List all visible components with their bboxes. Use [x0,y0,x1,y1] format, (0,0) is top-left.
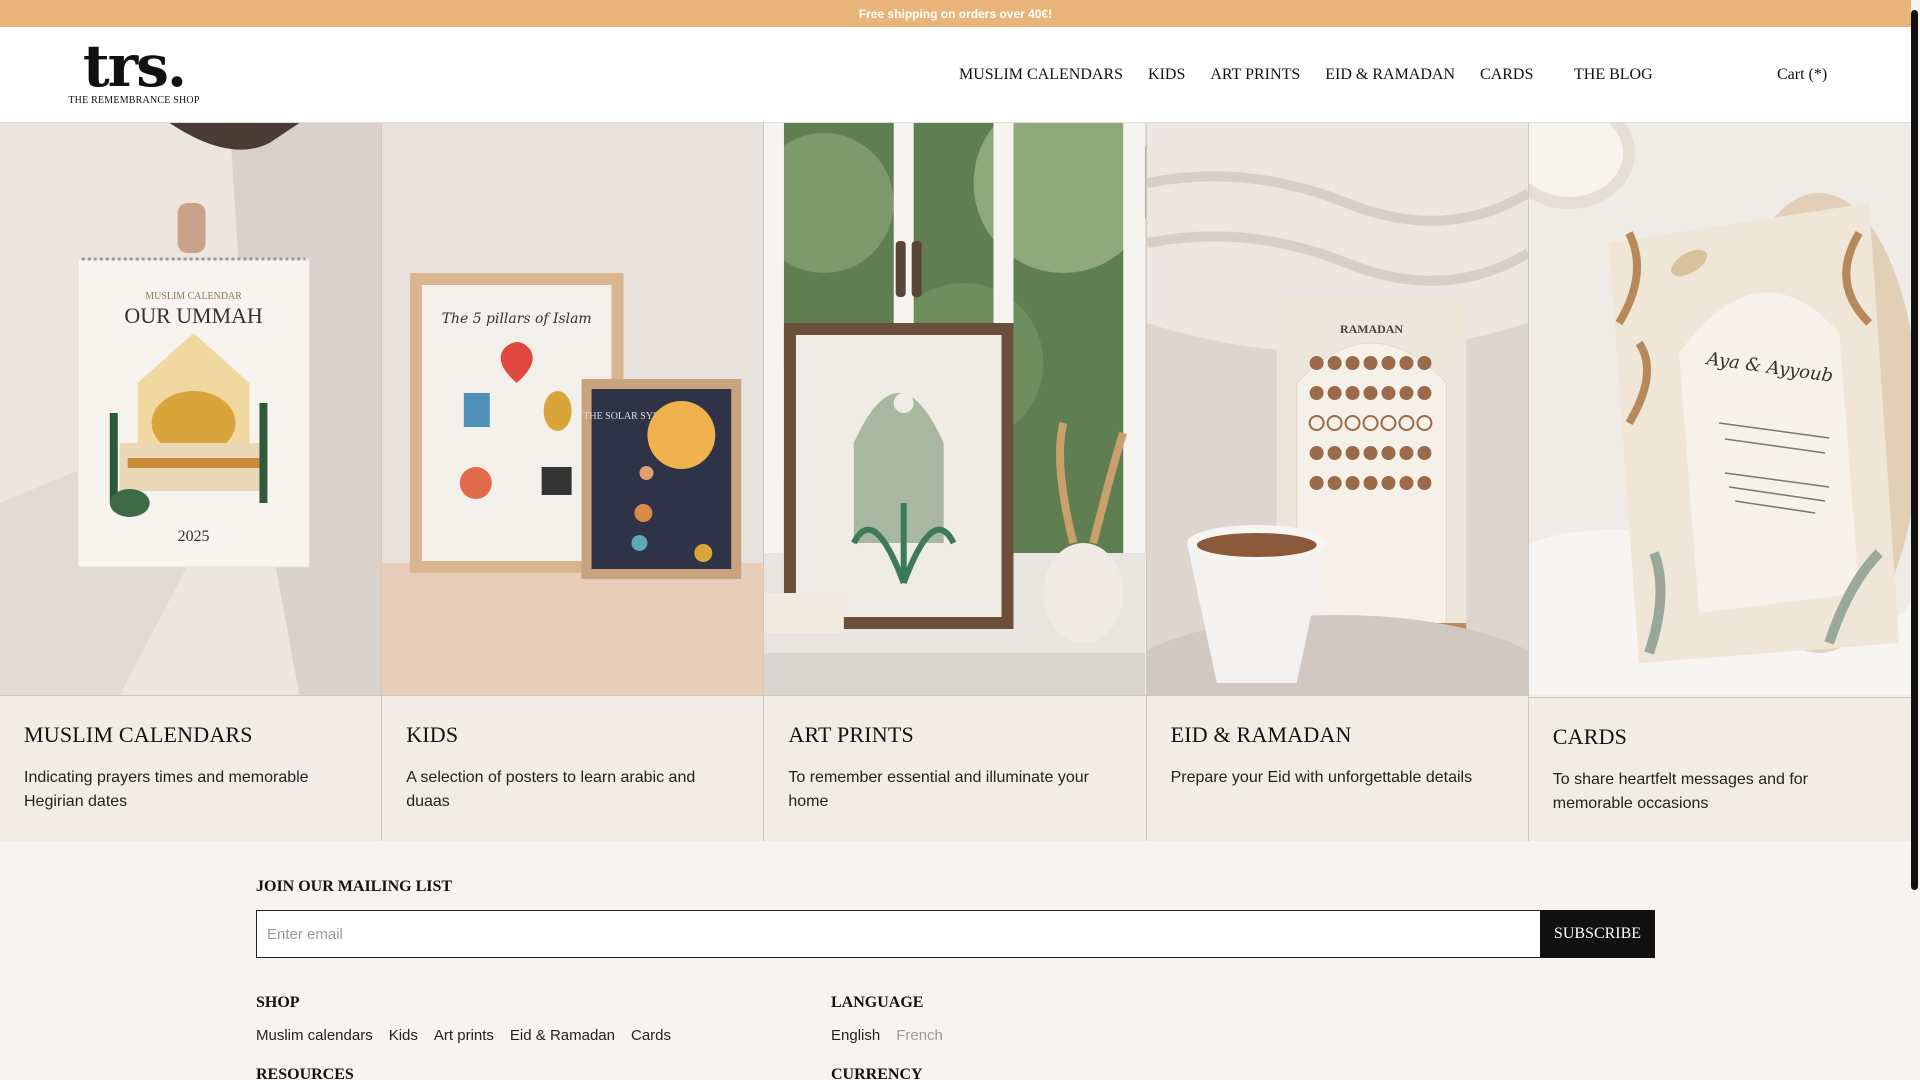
category-card-kids[interactable]: The 5 pillars of Islam THE SOLAR SYSTEM … [382,123,765,841]
category-description: A selection of posters to learn arabic a… [406,769,696,810]
ramadan-label: RAMADAN [1340,322,1403,336]
nav-blog[interactable]: THE BLOG [1574,66,1653,84]
category-card-eid-ramadan[interactable]: RAMADAN EID & RAMADAN Prepare your Eid w… [1146,123,1529,841]
calendar-photo: MUSLIM CALENDAR OUR UMMAH 2025 [0,123,382,695]
blog-nav: THE BLOG [1574,27,1653,123]
main-nav: MUSLIM CALENDARS KIDS ART PRINTS EID & R… [959,27,1558,123]
cart-link[interactable]: Cart (*) [1777,66,1827,84]
art-print-photo [764,123,1146,695]
logo-subtitle: THE REMEMBRANCE SHOP [68,95,200,106]
category-title[interactable]: MUSLIM CALENDARS [24,722,357,748]
nav-kids[interactable]: KIDS [1148,66,1185,84]
email-input[interactable] [256,910,1540,958]
calendar-year: 2025 [178,528,210,545]
mailing-list-title: JOIN OUR MAILING LIST [256,878,453,895]
site-header: trs. THE REMEMBRANCE SHOP MUSLIM CALENDA… [0,27,1911,123]
site-logo[interactable]: trs. THE REMEMBRANCE SHOP [64,35,204,115]
category-card-cards[interactable]: Aya & Ayyoub CARDS To share heartfelt me… [1528,123,1911,843]
footer-shop-links: Muslim calendars Kids Art prints Eid & R… [256,1027,687,1044]
category-text-muslim-calendars: MUSLIM CALENDARS Indicating prayers time… [0,695,382,841]
category-title[interactable]: EID & RAMADAN [1171,722,1504,748]
logo-mark: trs. [82,32,187,100]
shipping-banner: Free shipping on orders over 40€! [0,0,1911,27]
site-footer: JOIN OUR MAILING LIST SUBSCRIBE SHOP Mus… [0,842,1911,1080]
category-title[interactable]: ART PRINTS [788,722,1121,748]
shipping-banner-text: Free shipping on orders over 40€! [858,6,1053,21]
mailing-list-form: SUBSCRIBE [256,910,1655,958]
calendar-label: MUSLIM CALENDAR [145,291,242,302]
greeting-card-photo: Aya & Ayyoub [1528,123,1911,695]
category-image-kids[interactable]: The 5 pillars of Islam THE SOLAR SYSTEM [382,123,764,695]
category-grid: MUSLIM CALENDAR OUR UMMAH 2025 MUSLIM CA… [0,123,1911,841]
kids-poster-title: The 5 pillars of Islam [442,311,592,327]
calendar-title: OUR UMMAH [124,303,263,328]
ramadan-calendar-photo: RAMADAN [1146,123,1528,695]
category-description: Indicating prayers times and memorable H… [24,769,309,810]
footer-language-title: LANGUAGE [831,994,924,1011]
category-card-muslim-calendars[interactable]: MUSLIM CALENDAR OUR UMMAH 2025 MUSLIM CA… [0,123,383,841]
language-french[interactable]: French [896,1027,943,1044]
nav-eid-ramadan[interactable]: EID & RAMADAN [1325,66,1455,84]
footer-shop-title: SHOP [256,994,300,1011]
nav-muslim-calendars[interactable]: MUSLIM CALENDARS [959,66,1123,84]
subscribe-button[interactable]: SUBSCRIBE [1540,910,1655,958]
category-image-art-prints[interactable] [764,123,1146,695]
category-text-kids: KIDS A selection of posters to learn ara… [382,695,764,841]
nav-cards[interactable]: CARDS [1480,66,1533,84]
footer-language-links: English French [831,1027,959,1044]
cart-nav: Cart (*) [1777,27,1827,123]
footer-link-kids[interactable]: Kids [389,1027,418,1044]
category-title[interactable]: CARDS [1553,724,1887,750]
category-description: Prepare your Eid with unforgettable deta… [1170,769,1473,786]
language-english[interactable]: English [831,1027,880,1044]
footer-currency-title: CURRENCY [831,1066,923,1080]
category-title[interactable]: KIDS [406,722,739,748]
footer-link-eid-ramadan[interactable]: Eid & Ramadan [510,1027,615,1044]
category-description: To remember essential and illuminate you… [788,769,1089,810]
footer-resources-title: RESOURCES [256,1066,354,1080]
footer-link-muslim-calendars[interactable]: Muslim calendars [256,1027,373,1044]
category-card-art-prints[interactable]: ART PRINTS To remember essential and ill… [764,123,1147,841]
category-image-eid-ramadan[interactable]: RAMADAN [1146,123,1528,695]
kids-posters-photo: The 5 pillars of Islam THE SOLAR SYSTEM [382,123,764,695]
footer-link-art-prints[interactable]: Art prints [434,1027,494,1044]
category-image-cards[interactable]: Aya & Ayyoub [1528,123,1911,695]
footer-link-cards[interactable]: Cards [631,1027,671,1044]
category-image-muslim-calendars[interactable]: MUSLIM CALENDAR OUR UMMAH 2025 [0,123,382,695]
category-text-cards: CARDS To share heartfelt messages and fo… [1528,697,1911,843]
nav-art-prints[interactable]: ART PRINTS [1210,66,1300,84]
scrollbar-thumb[interactable] [1911,10,1918,890]
category-description: To share heartfelt messages and for memo… [1552,771,1808,812]
category-text-eid-ramadan: EID & RAMADAN Prepare your Eid with unfo… [1146,695,1528,841]
category-text-art-prints: ART PRINTS To remember essential and ill… [764,695,1146,841]
